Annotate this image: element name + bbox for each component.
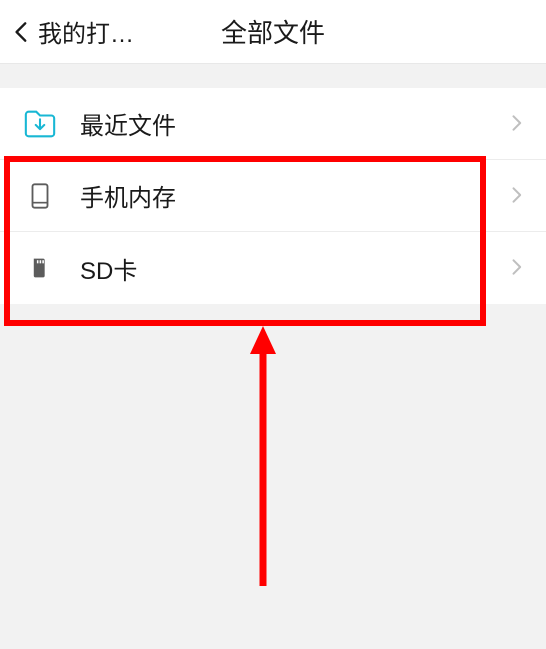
download-folder-icon xyxy=(22,106,58,142)
list-item-label: 最近文件 xyxy=(80,106,506,141)
storage-list: 最近文件 手机内存 xyxy=(0,88,546,304)
back-label: 我的打… xyxy=(38,14,134,49)
chevron-right-icon xyxy=(506,257,528,279)
chevron-right-icon xyxy=(506,185,528,207)
chevron-left-icon xyxy=(8,18,36,46)
list-item-phone-storage[interactable]: 手机内存 xyxy=(0,160,546,232)
annotation-arrow-icon xyxy=(248,326,278,596)
list-item-recent-files[interactable]: 最近文件 xyxy=(0,88,546,160)
page-title: 全部文件 xyxy=(221,13,325,50)
list-item-sdcard[interactable]: SD卡 xyxy=(0,232,546,304)
back-button[interactable]: 我的打… xyxy=(0,0,134,63)
list-item-label: SD卡 xyxy=(80,251,506,286)
list-item-label: 手机内存 xyxy=(80,178,506,213)
sdcard-icon xyxy=(22,250,58,286)
header-bar: 我的打… 全部文件 xyxy=(0,0,546,64)
section-spacer xyxy=(0,64,546,88)
phone-icon xyxy=(22,178,58,214)
chevron-right-icon xyxy=(506,113,528,135)
